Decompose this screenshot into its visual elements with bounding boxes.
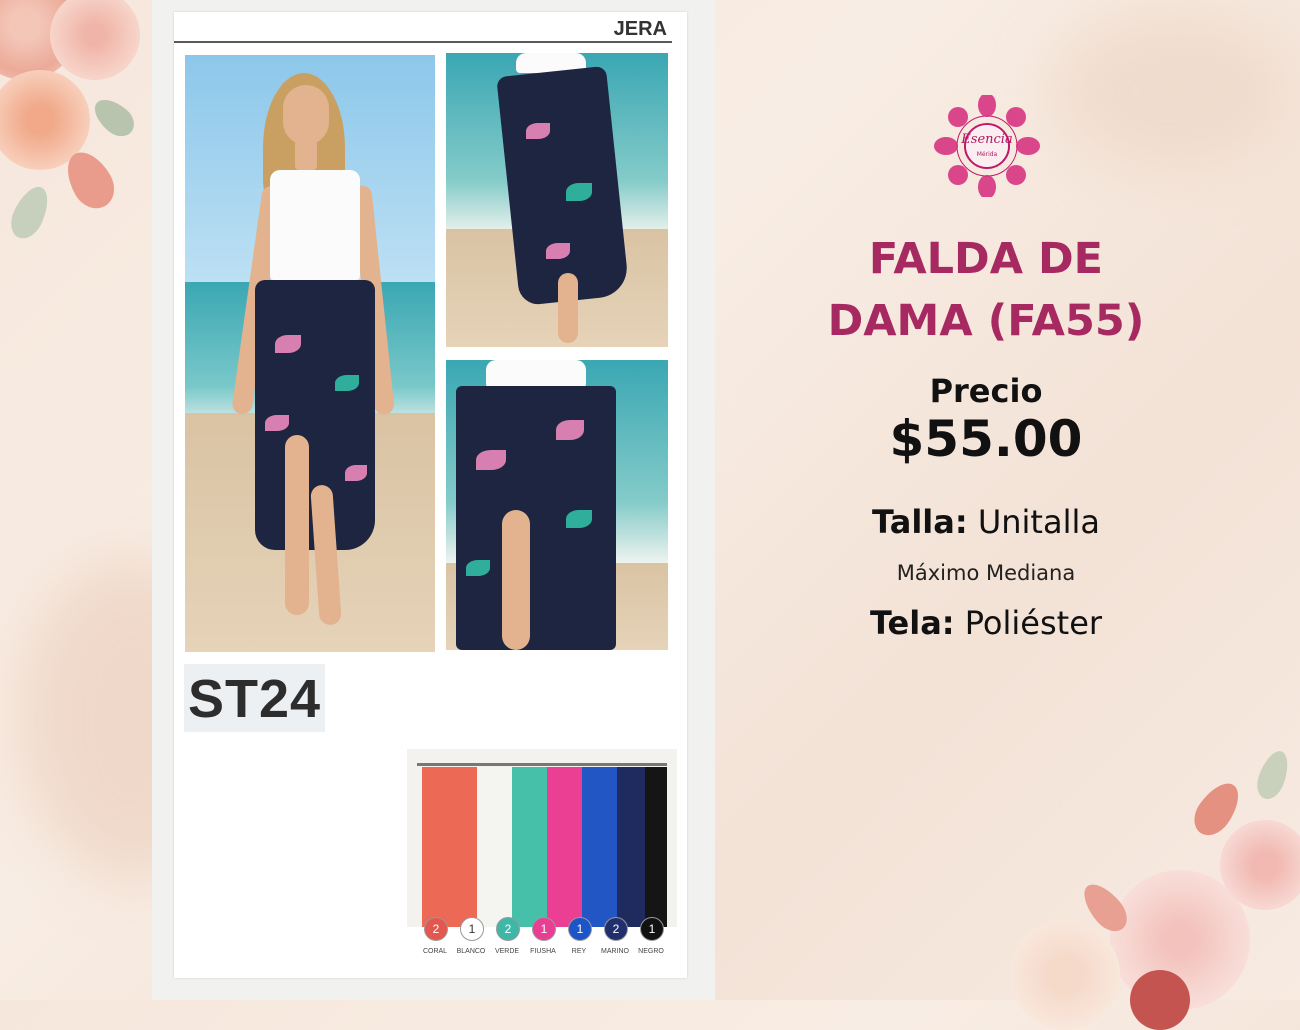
product-title-line2: DAMA (FA55) xyxy=(827,296,1145,346)
color-dot-verde: 2 xyxy=(496,917,520,941)
product-title-line1: FALDA DE xyxy=(868,234,1104,284)
fabric-value: Poliéster xyxy=(964,604,1103,642)
color-dot-rey: 1 xyxy=(568,917,592,941)
product-title: FALDA DE DAMA (FA55) xyxy=(786,228,1186,352)
supplier-brand: JERA xyxy=(613,18,667,40)
size-value: Unitalla xyxy=(977,503,1100,541)
size-line: Talla: Unitalla xyxy=(786,503,1186,541)
color-label-coral: CORAL xyxy=(422,948,448,955)
color-dot-blanco: 1 xyxy=(460,917,484,941)
price-label: Precio xyxy=(929,372,1043,410)
floral-decoration-top-left xyxy=(0,0,150,250)
color-dot-negro: 1 xyxy=(640,917,664,941)
size-label: Talla: xyxy=(872,503,968,541)
logo-name: Esencia xyxy=(961,132,1013,147)
header-divider xyxy=(174,41,672,43)
color-label-marino: MARINO xyxy=(601,948,629,955)
fabric-label: Tela: xyxy=(869,604,955,642)
color-label-verde: VERDE xyxy=(494,948,520,955)
catalog-sheet: JERA ST24 2 CORAL 1 BLANCO 2 VERDE 1 FIU… xyxy=(174,12,687,978)
catalog-panel: JERA ST24 2 CORAL 1 BLANCO 2 VERDE 1 FIU… xyxy=(152,0,715,1000)
price-value: $55.00 xyxy=(889,410,1083,468)
color-label-fiusha: FIUSHA xyxy=(530,948,556,955)
floral-decoration-bottom-right xyxy=(990,747,1300,1030)
color-label-negro: NEGRO xyxy=(638,948,664,955)
model-code: ST24 xyxy=(184,664,326,732)
skirt-front-photo xyxy=(446,360,668,650)
color-variants-photo xyxy=(407,749,677,927)
background-wash xyxy=(1050,10,1290,170)
color-legend: 2 CORAL 1 BLANCO 2 VERDE 1 FIUSHA 1 REY … xyxy=(423,917,684,967)
fabric-line: Tela: Poliéster xyxy=(786,604,1186,642)
color-dot-fiusha: 1 xyxy=(532,917,556,941)
color-label-blanco: BLANCO xyxy=(456,948,486,955)
brand-logo: Esencia Mérida xyxy=(934,93,1040,199)
skirt-back-photo xyxy=(446,53,668,347)
color-label-rey: REY xyxy=(571,948,587,955)
size-note: Máximo Mediana xyxy=(896,561,1076,585)
logo-subtitle: Mérida xyxy=(976,151,998,158)
color-dot-marino: 2 xyxy=(604,917,628,941)
color-dot-coral: 2 xyxy=(424,917,448,941)
model-full-photo xyxy=(185,55,435,652)
